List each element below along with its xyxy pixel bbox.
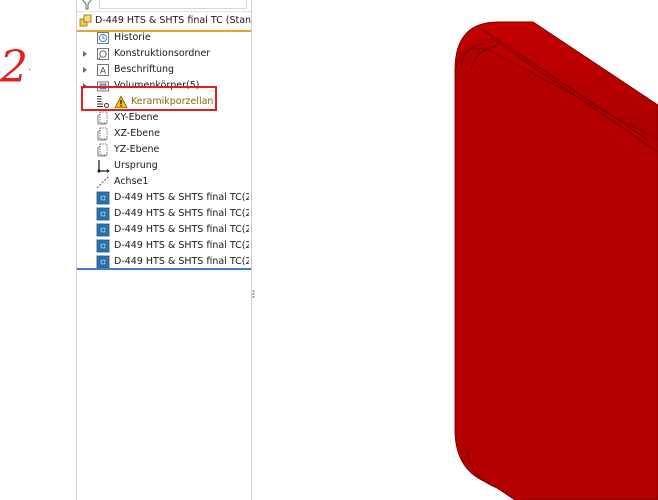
tree-item-label: XY-Ebene — [114, 112, 159, 123]
design-binder-icon — [97, 48, 109, 60]
tree-item-xy-ebene[interactable]: XY-Ebene — [77, 110, 251, 126]
part-icon — [96, 223, 110, 237]
model-view — [454, 21, 658, 500]
tree-item-yz-ebene[interactable]: YZ-Ebene — [77, 142, 251, 158]
history-icon — [97, 32, 109, 44]
tree-item-label: D-449 HTS & SHTS final TC(2)-1/D-4 — [114, 240, 249, 251]
tree-item-label: Achse1 — [114, 176, 149, 187]
annotations-icon: A — [97, 64, 109, 77]
plane-icon — [97, 143, 108, 157]
tree-item-achse1[interactable]: Achse1 — [77, 174, 251, 190]
part-icon — [96, 207, 110, 221]
filter-bar — [77, 0, 251, 12]
tree-item-label: D-449 HTS & SHTS final TC(2)-1/D-4 — [114, 208, 249, 219]
material-highlight-box — [81, 86, 217, 111]
tree-item-d-449-hts-shts-final-tc-2-1-d-4[interactable]: D-449 HTS & SHTS final TC(2)-1/D-4 — [77, 206, 251, 222]
tree-item-label: YZ-Ebene — [114, 144, 160, 155]
tree-item-d-449-hts-shts-final-tc-2-1-d-4[interactable]: D-449 HTS & SHTS final TC(2)-1/D-4 — [77, 190, 251, 206]
tree-item-label: D-449 HTS & SHTS final TC(2)-1/D-4 — [114, 224, 249, 235]
expand-arrow-icon[interactable] — [83, 67, 87, 73]
part-icon — [96, 255, 110, 269]
annotation-number-text: 2 — [0, 42, 28, 93]
expand-arrow-icon[interactable] — [83, 51, 87, 57]
tree-item-label: Historie — [114, 32, 151, 43]
filter-input[interactable] — [99, 0, 247, 9]
tree-item-beschriftung[interactable]: A Beschriftung — [77, 62, 251, 78]
filter-icon[interactable] — [81, 0, 93, 10]
feature-manager-tree: D-449 HTS & SHTS final TC (Standard "D H… — [76, 0, 255, 500]
tree-item-label: XZ-Ebene — [114, 128, 161, 139]
tree-item-label: Konstruktionsordner — [114, 48, 211, 59]
tree-end-divider — [77, 268, 251, 270]
tree-item-label: Beschriftung — [114, 64, 175, 75]
tree-item-d-449-hts-shts-final-tc-2-1-d-4[interactable]: D-449 HTS & SHTS final TC(2)-1/D-4 — [77, 238, 251, 254]
root-assembly-label: D-449 HTS & SHTS final TC (Standard "D — [95, 15, 251, 26]
part-icon — [96, 239, 110, 253]
plane-icon — [97, 127, 108, 141]
tree-item-ursprung[interactable]: Ursprung — [77, 158, 251, 174]
graphics-viewport[interactable] — [253, 0, 658, 500]
svg-text:A: A — [100, 67, 107, 77]
plane-icon — [97, 111, 108, 125]
annotation-dot: . — [28, 62, 32, 73]
part-icon — [96, 191, 110, 205]
tree-item-d-449-hts-shts-final-tc-2-1-d-4[interactable]: D-449 HTS & SHTS final TC(2)-1/D-4 — [77, 222, 251, 238]
tree-item-label: Ursprung — [114, 160, 158, 171]
annotation-step-number: 2. — [0, 44, 40, 92]
origin-icon — [97, 160, 110, 173]
tree-item-xz-ebene[interactable]: XZ-Ebene — [77, 126, 251, 142]
red-ceramic-block[interactable] — [454, 21, 658, 500]
tree-item-konstruktionsordner[interactable]: Konstruktionsordner — [77, 46, 251, 62]
tree-item-historie[interactable]: Historie — [77, 30, 251, 46]
axis-icon — [96, 175, 110, 189]
assembly-icon — [79, 14, 92, 27]
root-assembly-row[interactable]: D-449 HTS & SHTS final TC (Standard "D — [77, 12, 251, 32]
tree-item-label: D-449 HTS & SHTS final TC(2)-1/D-4 — [114, 192, 249, 203]
